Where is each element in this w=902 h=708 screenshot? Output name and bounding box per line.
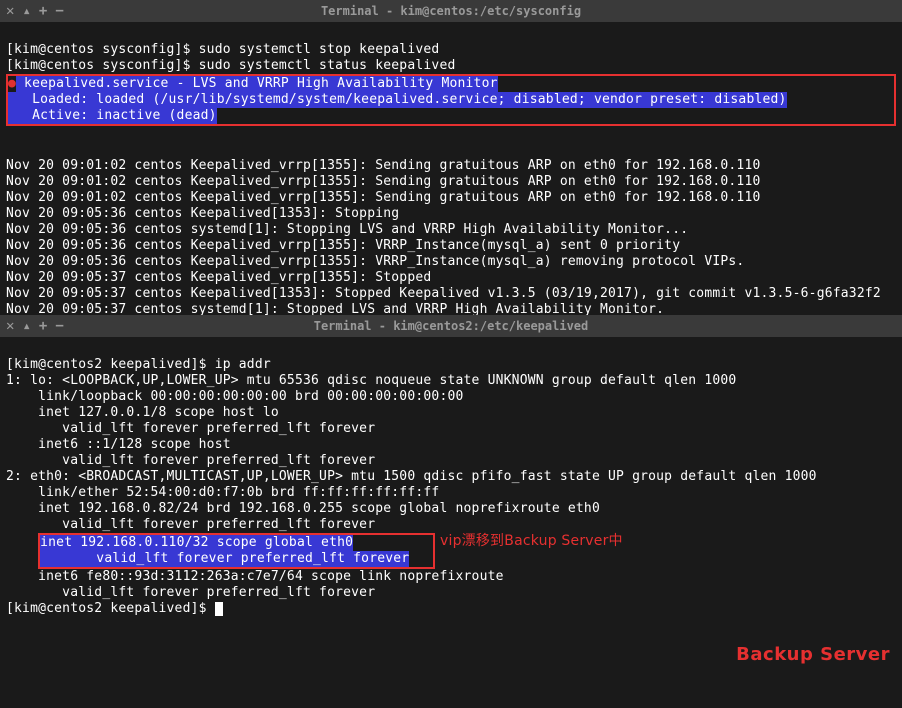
terminal-window-backup: ✕ ▴ + − Terminal - kim@centos2:/etc/keep… xyxy=(0,315,902,708)
service-status-highlight: ● keepalived.service - LVS and VRRP High… xyxy=(6,74,896,126)
log-line: Nov 20 09:01:02 centos Keepalived_vrrp[1… xyxy=(6,190,761,205)
backup-server-label: Backup Server xyxy=(736,647,890,663)
command-text: sudo systemctl status keepalived xyxy=(199,58,456,73)
log-line: Nov 20 09:05:37 centos Keepalived_vrrp[1… xyxy=(6,270,431,285)
window-title: Terminal - kim@centos2:/etc/keepalived xyxy=(0,319,902,333)
log-line: Nov 20 09:05:36 centos Keepalived_vrrp[1… xyxy=(6,254,744,269)
close-icon[interactable]: ✕ xyxy=(6,318,14,334)
log-line: Nov 20 09:05:36 centos Keepalived_vrrp[1… xyxy=(6,238,680,253)
service-active-line: Active: inactive (dead) xyxy=(8,108,217,124)
maximize-icon[interactable]: ▴ xyxy=(22,3,30,19)
vip-line: valid_lft forever preferred_lft forever xyxy=(96,551,409,567)
close-icon[interactable]: ✕ xyxy=(6,3,14,19)
log-line: Nov 20 09:05:36 centos Keepalived[1353]:… xyxy=(6,206,399,221)
minus-icon[interactable]: − xyxy=(55,318,63,334)
status-dot-icon: ● xyxy=(8,76,16,91)
vip-pad2 xyxy=(40,551,96,567)
ip-output-line: link/ether 52:54:00:d0:f7:0b brd ff:ff:f… xyxy=(6,485,439,500)
prompt: [kim@centos2 keepalived]$ xyxy=(6,601,215,616)
ip-output-line: inet 127.0.0.1/8 scope host lo xyxy=(6,405,279,420)
command-text: ip addr xyxy=(215,357,271,372)
plus-icon[interactable]: + xyxy=(39,318,47,334)
vip-highlight-box: inet 192.168.0.110/32 scope global eth0 … xyxy=(38,533,435,569)
titlebar-bottom: ✕ ▴ + − Terminal - kim@centos2:/etc/keep… xyxy=(0,315,902,337)
plus-icon[interactable]: + xyxy=(39,3,47,19)
minus-icon[interactable]: − xyxy=(55,3,63,19)
terminal-body-bottom[interactable]: [kim@centos2 keepalived]$ ip addr 1: lo:… xyxy=(0,337,902,669)
text-cursor xyxy=(215,602,223,616)
ip-output-line: 2: eth0: <BROADCAST,MULTICAST,UP,LOWER_U… xyxy=(6,469,817,484)
vip-line: inet 192.168.0.110/32 scope global eth0 xyxy=(40,535,353,551)
ip-output-line: valid_lft forever preferred_lft forever xyxy=(6,517,375,532)
service-name-line: keepalived.service - LVS and VRRP High A… xyxy=(16,76,498,92)
log-line: Nov 20 09:01:02 centos Keepalived_vrrp[1… xyxy=(6,174,761,189)
ip-output-line: link/loopback 00:00:00:00:00:00 brd 00:0… xyxy=(6,389,464,404)
vip-pad xyxy=(6,551,38,566)
service-loaded-line: Loaded: loaded (/usr/lib/systemd/system/… xyxy=(8,92,787,108)
prompt: [kim@centos sysconfig]$ xyxy=(6,42,199,57)
maximize-icon[interactable]: ▴ xyxy=(22,318,30,334)
command-text: sudo systemctl stop keepalived xyxy=(199,42,440,57)
window-title: Terminal - kim@centos:/etc/sysconfig xyxy=(0,4,902,18)
ip-output-line: inet 192.168.0.82/24 brd 192.168.0.255 s… xyxy=(6,501,600,516)
ip-output-line: valid_lft forever preferred_lft forever xyxy=(6,585,375,600)
ip-output-line: valid_lft forever preferred_lft forever xyxy=(6,453,375,468)
titlebar-top: ✕ ▴ + − Terminal - kim@centos:/etc/sysco… xyxy=(0,0,902,22)
log-line: Nov 20 09:05:36 centos systemd[1]: Stopp… xyxy=(6,222,688,237)
window-controls: ✕ ▴ + − xyxy=(6,3,64,19)
vip-drift-note: vip漂移到Backup Server中 xyxy=(440,533,623,549)
window-controls: ✕ ▴ + − xyxy=(6,318,64,334)
log-line: Nov 20 09:01:02 centos Keepalived_vrrp[1… xyxy=(6,158,761,173)
ip-output-line: inet6 fe80::93d:3112:263a:c7e7/64 scope … xyxy=(6,569,512,584)
log-line: Nov 20 09:05:37 centos Keepalived[1353]:… xyxy=(6,286,881,301)
ip-output-line: inet6 ::1/128 scope host xyxy=(6,437,239,452)
ip-output-line: 1: lo: <LOOPBACK,UP,LOWER_UP> mtu 65536 … xyxy=(6,373,736,388)
ip-output-line: valid_lft forever preferred_lft forever xyxy=(6,421,375,436)
prompt: [kim@centos2 keepalived]$ xyxy=(6,357,215,372)
prompt: [kim@centos sysconfig]$ xyxy=(6,58,199,73)
terminal-window-master: ✕ ▴ + − Terminal - kim@centos:/etc/sysco… xyxy=(0,0,902,315)
